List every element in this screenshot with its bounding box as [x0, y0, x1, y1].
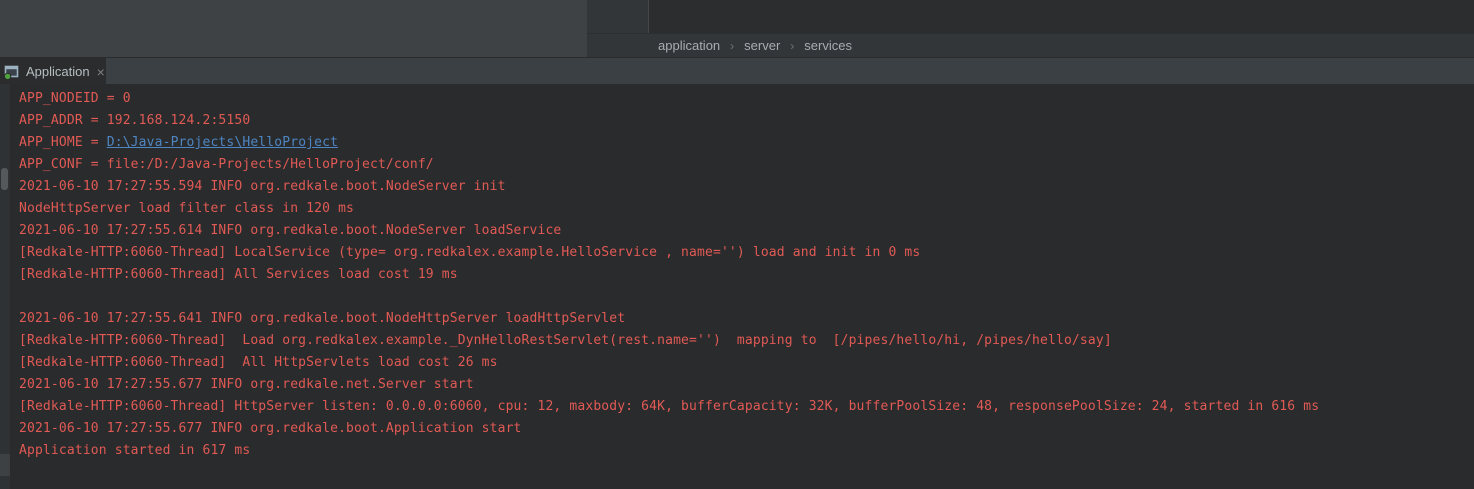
- console-gutter: [0, 84, 10, 489]
- console-tab-bar: Application ×: [0, 57, 1474, 84]
- scrollbar-thumb[interactable]: [1, 168, 8, 190]
- log-line: APP_NODEID = 0: [19, 88, 1474, 110]
- log-line: NodeHttpServer load filter class in 120 …: [19, 198, 1474, 220]
- chevron-right-icon: ›: [790, 39, 794, 53]
- log-line: APP_HOME = D:\Java-Projects\HelloProject: [19, 132, 1474, 154]
- tab-application-label: Application: [26, 64, 90, 79]
- log-line: [Redkale-HTTP:6060-Thread] LocalService …: [19, 242, 1474, 264]
- breadcrumb-item-services[interactable]: services: [804, 38, 852, 53]
- run-console-panel[interactable]: APP_NODEID = 0APP_ADDR = 192.168.124.2:5…: [0, 84, 1474, 489]
- editor-tab-gap-panel: [587, 0, 648, 33]
- breadcrumb-item-application[interactable]: application: [658, 38, 720, 53]
- log-line: 2021-06-10 17:27:55.677 INFO org.redkale…: [19, 418, 1474, 440]
- log-line: [Redkale-HTTP:6060-Thread] Load org.redk…: [19, 330, 1474, 352]
- gutter-marker: [0, 454, 10, 476]
- log-line: [Redkale-HTTP:6060-Thread] HttpServer li…: [19, 396, 1474, 418]
- log-line: APP_CONF = file:/D:/Java-Projects/HelloP…: [19, 154, 1474, 176]
- log-line: 2021-06-10 17:27:55.641 INFO org.redkale…: [19, 308, 1474, 330]
- breadcrumb-item-server[interactable]: server: [744, 38, 780, 53]
- editor-empty-panel: [0, 0, 587, 57]
- log-line: [Redkale-HTTP:6060-Thread] All HttpServl…: [19, 352, 1474, 374]
- log-line: [Redkale-HTTP:6060-Thread] All Services …: [19, 264, 1474, 286]
- log-line: 2021-06-10 17:27:55.614 INFO org.redkale…: [19, 220, 1474, 242]
- file-path-link[interactable]: D:\Java-Projects\HelloProject: [107, 135, 338, 150]
- ide-window: application › server › services Applicat…: [0, 0, 1474, 489]
- run-console-icon: [4, 64, 20, 80]
- log-line: [19, 286, 1474, 308]
- log-line: APP_ADDR = 192.168.124.2:5150: [19, 110, 1474, 132]
- close-icon[interactable]: ×: [97, 65, 105, 79]
- chevron-right-icon: ›: [730, 39, 734, 53]
- log-line: 2021-06-10 17:27:55.594 INFO org.redkale…: [19, 176, 1474, 198]
- console-log: APP_NODEID = 0APP_ADDR = 192.168.124.2:5…: [19, 88, 1474, 462]
- log-line: Application started in 617 ms: [19, 440, 1474, 462]
- editor-right-panel: [648, 0, 1474, 33]
- tab-application[interactable]: Application ×: [0, 58, 106, 85]
- breadcrumb: application › server › services: [587, 33, 1474, 57]
- log-line: 2021-06-10 17:27:55.677 INFO org.redkale…: [19, 374, 1474, 396]
